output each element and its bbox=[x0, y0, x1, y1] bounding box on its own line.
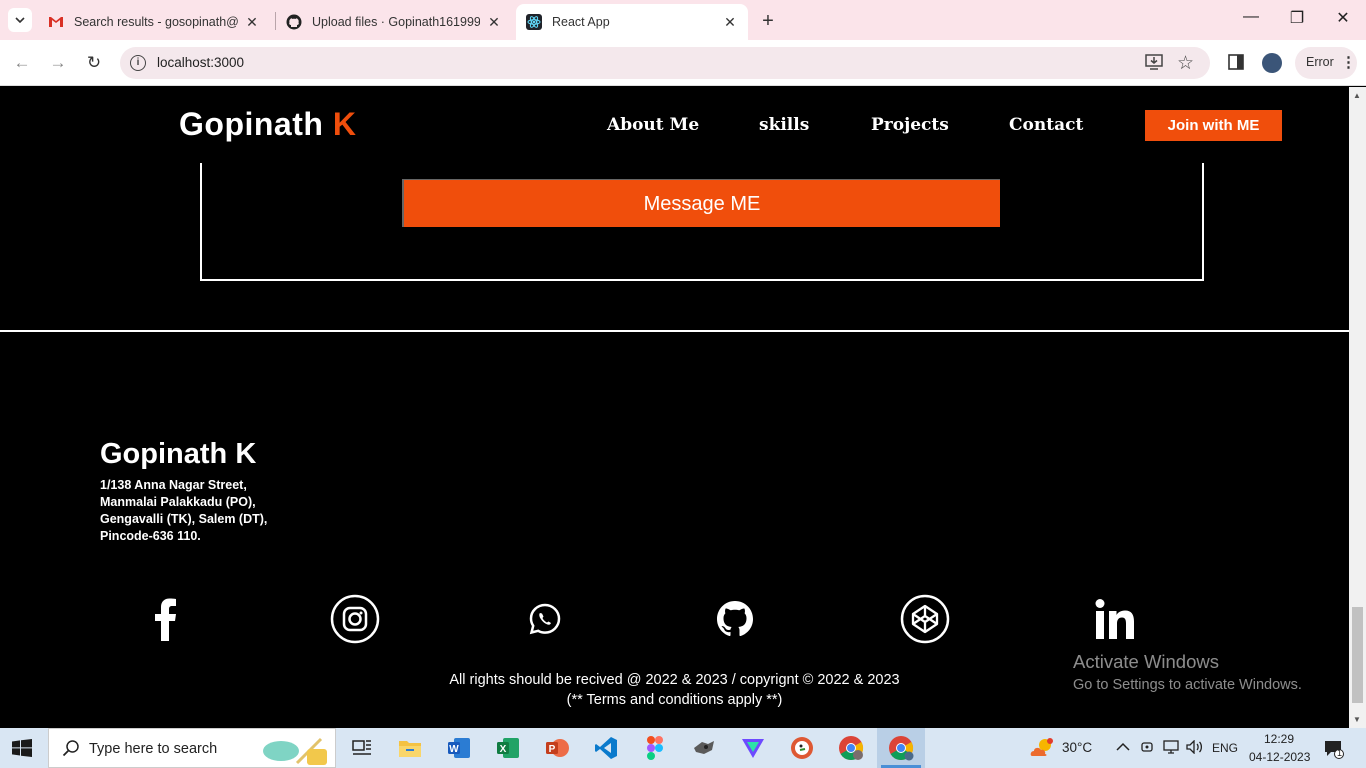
error-button[interactable]: Error ⋮ bbox=[1295, 47, 1357, 79]
message-me-button[interactable]: Message ME bbox=[402, 179, 1000, 227]
instagram-icon[interactable] bbox=[329, 593, 381, 645]
nav-projects[interactable]: Projects bbox=[871, 115, 949, 135]
github-icon bbox=[286, 14, 302, 30]
meet-now-icon[interactable] bbox=[1140, 740, 1154, 757]
scroll-down-arrow-icon[interactable]: ▼ bbox=[1353, 715, 1361, 724]
url-text[interactable]: localhost:3000 bbox=[157, 55, 244, 70]
forward-button[interactable]: → bbox=[46, 52, 70, 74]
join-with-me-button[interactable]: Join with ME bbox=[1145, 110, 1282, 141]
site-info-icon[interactable]: i bbox=[130, 55, 146, 71]
close-icon[interactable]: ✕ bbox=[722, 14, 738, 30]
address-toolbar: ← → ↻ i localhost:3000 ☆ Error ⋮ bbox=[0, 40, 1366, 86]
chevron-down-icon bbox=[15, 17, 25, 23]
brand-logo[interactable]: Gopinath K bbox=[179, 106, 356, 143]
powerpoint-icon[interactable]: P bbox=[543, 734, 571, 762]
watermark-title: Activate Windows bbox=[1073, 651, 1219, 672]
language-indicator[interactable]: ENG bbox=[1212, 741, 1238, 755]
address-line: Gengavalli (TK), Salem (DT), bbox=[100, 512, 268, 526]
browser-tab-bar: Search results - gosopinath@g ✕ Upload f… bbox=[0, 0, 1366, 40]
figma-icon[interactable] bbox=[641, 734, 669, 762]
notification-count: 1 bbox=[1337, 748, 1343, 758]
reload-button[interactable]: ↻ bbox=[82, 52, 106, 74]
more-vert-icon: ⋮ bbox=[1341, 54, 1356, 71]
nav-skills[interactable]: skills bbox=[759, 115, 809, 135]
address-bar[interactable]: i localhost:3000 ☆ bbox=[120, 47, 1210, 79]
word-icon[interactable]: W bbox=[445, 734, 473, 762]
tab-title: Search results - gosopinath@g bbox=[74, 15, 238, 29]
linkedin-icon[interactable] bbox=[1089, 593, 1141, 645]
brand-name: Gopinath bbox=[179, 106, 324, 142]
search-placeholder: Type here to search bbox=[89, 741, 218, 757]
terms-line: (** Terms and conditions apply **) bbox=[566, 692, 783, 708]
scrollbar-thumb[interactable] bbox=[1352, 607, 1363, 703]
react-icon bbox=[526, 14, 542, 30]
windows-start-icon[interactable] bbox=[12, 739, 32, 762]
tab-react-app[interactable]: React App ✕ bbox=[516, 4, 748, 40]
close-window-button[interactable]: ✕ bbox=[1328, 8, 1358, 28]
task-view-icon[interactable] bbox=[348, 734, 376, 762]
site-header: Gopinath K About Me skills Projects Cont… bbox=[0, 87, 1349, 163]
chevron-up-icon[interactable] bbox=[1116, 740, 1130, 755]
new-tab-button[interactable]: + bbox=[758, 10, 778, 33]
file-explorer-icon[interactable] bbox=[396, 734, 424, 762]
side-panel-icon[interactable] bbox=[1228, 54, 1244, 75]
brand-accent: K bbox=[332, 106, 357, 142]
tab-title: React App bbox=[552, 15, 610, 29]
profile-avatar[interactable] bbox=[1262, 53, 1282, 73]
nav-contact[interactable]: Contact bbox=[1009, 115, 1083, 135]
search-highlight-icon bbox=[263, 737, 327, 765]
tab-gmail[interactable]: Search results - gosopinath@g ✕ bbox=[38, 4, 270, 40]
scroll-up-arrow-icon[interactable]: ▲ bbox=[1353, 91, 1361, 100]
tab-github[interactable]: Upload files · Gopinath161999/ ✕ bbox=[276, 4, 512, 40]
search-icon bbox=[62, 740, 79, 757]
excel-icon[interactable]: X bbox=[494, 734, 522, 762]
back-button[interactable]: ← bbox=[10, 52, 34, 74]
vscode-icon[interactable] bbox=[592, 734, 620, 762]
proton-vpn-icon[interactable] bbox=[739, 734, 767, 762]
close-icon[interactable]: ✕ bbox=[244, 14, 260, 30]
svg-text:W: W bbox=[449, 744, 459, 755]
footer-name: Gopinath K bbox=[100, 438, 257, 470]
chrome-icon[interactable] bbox=[837, 734, 865, 762]
chrome-icon[interactable] bbox=[881, 734, 921, 768]
footer-address: 1/138 Anna Nagar Street, Manmalai Palakk… bbox=[100, 477, 267, 545]
minimize-button[interactable]: — bbox=[1236, 8, 1266, 26]
tab-title: Upload files · Gopinath161999/ bbox=[312, 15, 480, 29]
address-line: 1/138 Anna Nagar Street, bbox=[100, 478, 247, 492]
duckduckgo-icon[interactable] bbox=[788, 734, 816, 762]
address-line: Manmalai Palakkadu (PO), bbox=[100, 495, 256, 509]
install-app-icon[interactable] bbox=[1145, 54, 1163, 75]
close-icon[interactable]: ✕ bbox=[486, 14, 502, 30]
nav-about-me[interactable]: About Me bbox=[607, 115, 699, 135]
windows-taskbar: Type here to search W X P 30°C ENG 12:29… bbox=[0, 728, 1366, 768]
bookmark-star-icon[interactable]: ☆ bbox=[1177, 52, 1194, 75]
clock-time[interactable]: 12:29 bbox=[1264, 732, 1294, 746]
volume-icon[interactable] bbox=[1186, 739, 1204, 757]
network-icon[interactable] bbox=[1163, 740, 1181, 757]
taskbar-search[interactable]: Type here to search bbox=[48, 728, 336, 768]
game-app-icon[interactable] bbox=[690, 734, 718, 762]
gmail-icon bbox=[48, 14, 64, 30]
section-divider bbox=[0, 330, 1349, 332]
svg-text:X: X bbox=[500, 744, 507, 755]
error-label: Error bbox=[1306, 55, 1334, 69]
whatsapp-icon[interactable] bbox=[519, 593, 571, 645]
tab-search-button[interactable] bbox=[8, 8, 32, 32]
activate-windows-watermark: Activate Windows Go to Settings to activ… bbox=[1073, 651, 1302, 693]
codepen-icon[interactable] bbox=[899, 593, 951, 645]
svg-text:P: P bbox=[549, 744, 556, 755]
temperature[interactable]: 30°C bbox=[1062, 740, 1092, 755]
address-line: Pincode-636 110. bbox=[100, 529, 201, 543]
weather-icon[interactable] bbox=[1028, 734, 1056, 762]
page-scrollbar[interactable]: ▲ ▼ bbox=[1349, 87, 1366, 728]
restore-button[interactable]: ❐ bbox=[1282, 8, 1312, 28]
page-viewport: Message ME Gopinath K About Me skills Pr… bbox=[0, 87, 1349, 728]
github-icon[interactable] bbox=[709, 593, 761, 645]
facebook-icon[interactable] bbox=[139, 593, 191, 645]
clock-date[interactable]: 04-12-2023 bbox=[1249, 750, 1310, 764]
watermark-subtitle: Go to Settings to activate Windows. bbox=[1073, 677, 1302, 693]
